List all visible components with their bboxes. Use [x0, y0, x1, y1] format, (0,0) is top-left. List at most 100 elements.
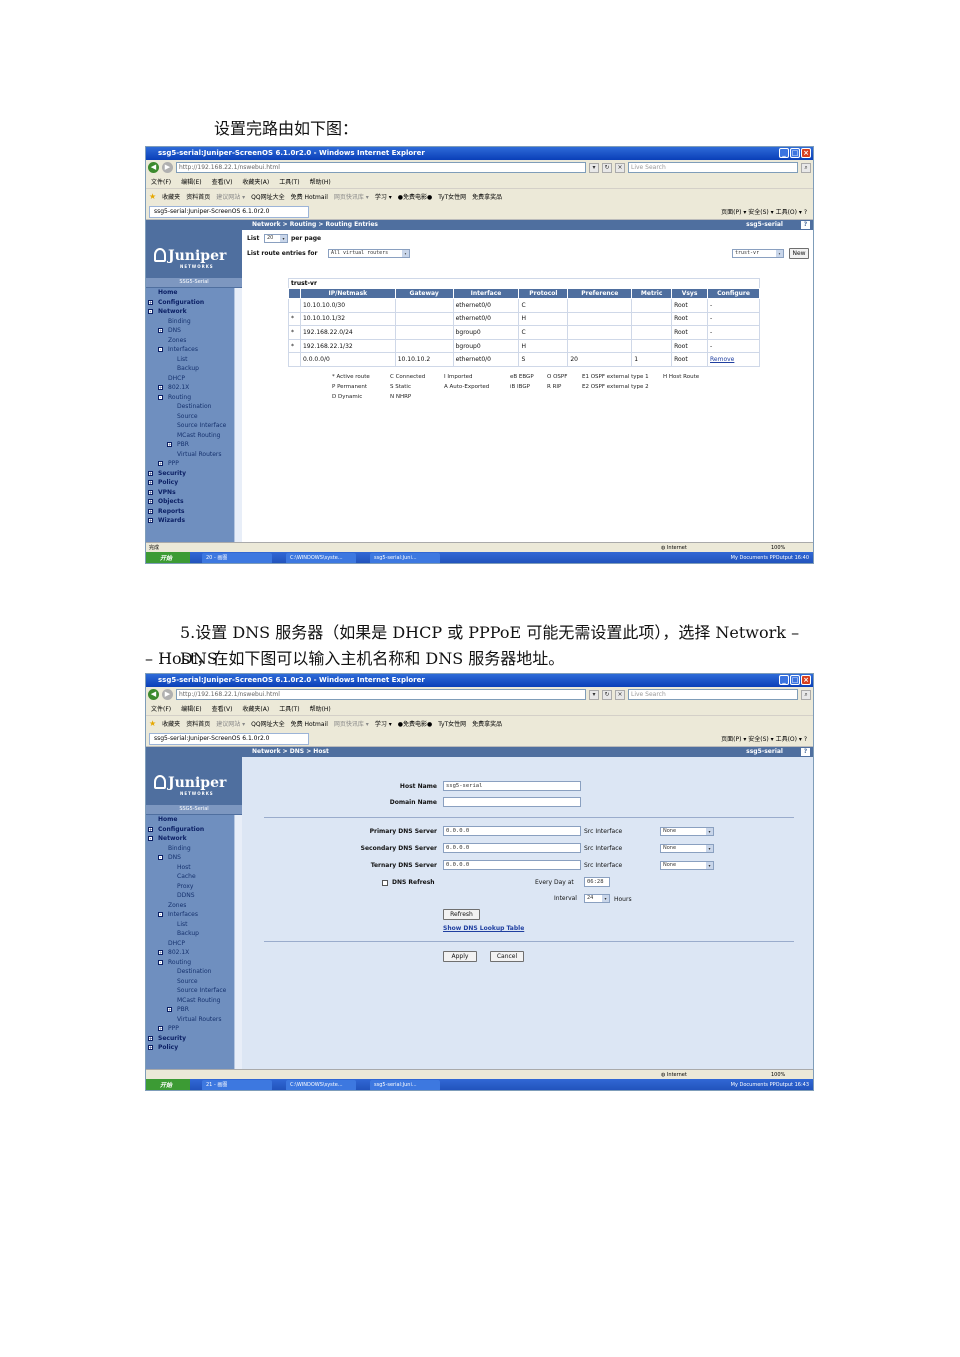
new-button[interactable]: New	[789, 248, 809, 259]
nav-item-ppp[interactable]: + PPP	[146, 1024, 234, 1034]
expand-icon[interactable]: +	[148, 1045, 153, 1050]
expand-icon[interactable]: +	[158, 461, 163, 466]
secondary-dns-input[interactable]: 0.0.0.0	[443, 843, 581, 853]
fav-item[interactable]: 网页快讯库 ▾	[334, 719, 369, 728]
command-bar[interactable]: 页面(P) ▾ 安全(S) ▾ 工具(O) ▾ ?	[721, 734, 807, 743]
collapse-icon[interactable]: -	[158, 394, 163, 400]
search-input[interactable]: Live Search	[628, 162, 798, 173]
stop-icon[interactable]: ×	[615, 689, 625, 700]
nav-item-binding[interactable]: Binding	[146, 317, 234, 327]
search-input[interactable]: Live Search	[628, 689, 798, 700]
minimize-icon[interactable]: _	[779, 675, 789, 685]
maximize-icon[interactable]: □	[790, 675, 800, 685]
nav-item-virtual-routers[interactable]: Virtual Routers	[146, 1015, 234, 1025]
nav-item-pbr[interactable]: + PBR	[146, 440, 234, 450]
primary-dns-input[interactable]: 0.0.0.0	[443, 826, 581, 836]
expand-icon[interactable]: +	[148, 299, 153, 305]
collapse-icon[interactable]: -	[158, 912, 163, 917]
expand-icon[interactable]: +	[148, 489, 153, 495]
close-icon[interactable]: ×	[801, 675, 811, 685]
taskbar-task[interactable]: C:\WINDOWS\syste...	[286, 1080, 356, 1090]
dropdown-icon[interactable]: ▾	[589, 162, 599, 173]
nav-item-network[interactable]: - Network	[146, 307, 234, 317]
vr-select[interactable]: trust-vr ▾	[732, 249, 784, 258]
help-icon[interactable]: ?	[801, 221, 810, 229]
expand-icon[interactable]: +	[158, 950, 163, 955]
collapse-icon[interactable]: -	[158, 855, 163, 860]
nav-item-source-interface[interactable]: Source Interface	[146, 986, 234, 996]
nav-item-policy[interactable]: + Policy	[146, 1043, 234, 1053]
back-icon[interactable]: ◀	[148, 689, 159, 700]
menu-favorites[interactable]: 收藏夹(A)	[242, 177, 269, 186]
nav-item-security[interactable]: + Security	[146, 469, 234, 479]
nav-scrollbar[interactable]	[234, 815, 242, 1069]
expand-icon[interactable]: +	[158, 328, 163, 333]
menu-help[interactable]: 帮助(H)	[310, 177, 331, 186]
fav-item[interactable]: 免费 Hotmail	[291, 192, 328, 201]
domain-name-input[interactable]	[443, 797, 581, 807]
fav-item[interactable]: 免费拿奖品	[472, 719, 502, 728]
secondary-src-select[interactable]: None ▾	[660, 844, 714, 853]
menu-edit[interactable]: 编辑(E)	[181, 704, 201, 713]
menu-favorites[interactable]: 收藏夹(A)	[242, 704, 269, 713]
nav-item-interfaces[interactable]: - Interfaces	[146, 910, 234, 920]
fav-item[interactable]: ●免费电影●	[398, 192, 432, 201]
collapse-icon[interactable]: -	[148, 836, 153, 841]
fav-item[interactable]: 资料首页	[186, 192, 210, 201]
nav-item-backup[interactable]: Backup	[146, 929, 234, 939]
taskbar-task[interactable]: C:\WINDOWS\syste...	[286, 553, 356, 563]
fav-item[interactable]: QQ网址大全	[251, 192, 284, 201]
menu-view[interactable]: 查看(V)	[212, 177, 233, 186]
nav-item-dns[interactable]: - DNS	[146, 853, 234, 863]
nav-item-802-1x[interactable]: +802.1X	[146, 383, 234, 393]
fav-item[interactable]: 建议网站 ▾	[216, 192, 245, 201]
expand-icon[interactable]: +	[148, 1035, 153, 1041]
nav-item-objects[interactable]: + Objects	[146, 497, 234, 507]
refresh-icon[interactable]: ↻	[602, 162, 612, 173]
nav-item-dns[interactable]: + DNS	[146, 326, 234, 336]
menu-edit[interactable]: 编辑(E)	[181, 177, 201, 186]
collapse-icon[interactable]: -	[158, 959, 163, 965]
fav-item[interactable]: 网页快讯库 ▾	[334, 192, 369, 201]
expand-icon[interactable]: +	[148, 470, 153, 476]
fav-item[interactable]: 建议网站 ▾	[216, 719, 245, 728]
dns-lookup-link[interactable]: Show DNS Lookup Table	[443, 925, 524, 932]
nav-item-ddns[interactable]: DDNS	[146, 891, 234, 901]
nav-item-802-1x[interactable]: +802.1X	[146, 948, 234, 958]
nav-item-interfaces[interactable]: - Interfaces	[146, 345, 234, 355]
back-icon[interactable]: ◀	[148, 162, 159, 173]
expand-icon[interactable]: +	[148, 499, 153, 504]
start-button[interactable]: 开始	[146, 552, 190, 563]
expand-icon[interactable]: +	[167, 1007, 172, 1012]
nav-item-vpns[interactable]: + VPNs	[146, 488, 234, 498]
expand-icon[interactable]: +	[148, 826, 153, 832]
apply-button[interactable]: Apply	[443, 951, 477, 962]
nav-item-proxy[interactable]: Proxy	[146, 882, 234, 892]
refresh-button[interactable]: Refresh	[443, 909, 480, 920]
nav-item-configuration[interactable]: + Configuration	[146, 825, 234, 835]
maximize-icon[interactable]: □	[790, 148, 800, 158]
nav-item-dhcp[interactable]: DHCP	[146, 374, 234, 384]
address-bar[interactable]: http://192.168.22.1/nswebui.html	[176, 689, 586, 700]
remove-link[interactable]: Remove	[707, 352, 760, 367]
nav-item-host[interactable]: Host	[146, 863, 234, 873]
host-name-input[interactable]: ssg5-serial	[443, 781, 581, 791]
help-icon[interactable]: ?	[801, 748, 810, 756]
nav-item-home[interactable]: Home	[146, 288, 234, 298]
browser-tab[interactable]: ssg5-serial:Juniper-ScreenOS 6.1.0r2.0	[149, 205, 309, 218]
nav-item-virtual-routers[interactable]: Virtual Routers	[146, 450, 234, 460]
close-icon[interactable]: ×	[801, 148, 811, 158]
nav-item-dhcp[interactable]: DHCP	[146, 939, 234, 949]
nav-scrollbar[interactable]	[234, 288, 242, 542]
vr-filter-select[interactable]: All virtual routers ▾	[328, 249, 410, 258]
expand-icon[interactable]: +	[167, 442, 172, 447]
expand-icon[interactable]: +	[158, 1026, 163, 1031]
nav-item-security[interactable]: + Security	[146, 1034, 234, 1044]
taskbar-task[interactable]: ssg5-serial:Juni...	[370, 1080, 440, 1090]
fav-item[interactable]: QQ网址大全	[251, 719, 284, 728]
nav-item-mcast-routing[interactable]: MCast Routing	[146, 431, 234, 441]
nav-item-source[interactable]: Source	[146, 977, 234, 987]
minimize-icon[interactable]: _	[779, 148, 789, 158]
menu-tools[interactable]: 工具(T)	[279, 704, 299, 713]
fav-item[interactable]: TyT女性网	[438, 192, 466, 201]
